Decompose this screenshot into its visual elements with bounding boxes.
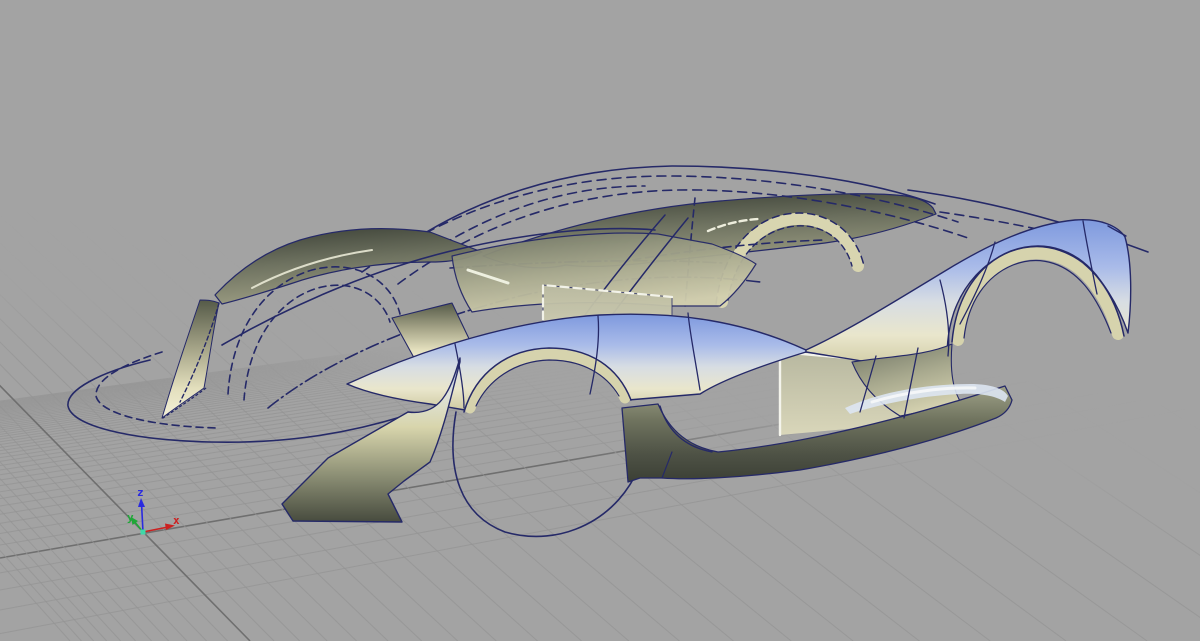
x-axis-label: x: [173, 514, 180, 527]
origin-point: [141, 530, 146, 535]
viewport-canvas[interactable]: x y z: [0, 0, 1200, 641]
z-axis-label: z: [137, 486, 144, 499]
y-axis-label: y: [127, 511, 134, 524]
cad-application-window: x y z: [0, 0, 1200, 641]
